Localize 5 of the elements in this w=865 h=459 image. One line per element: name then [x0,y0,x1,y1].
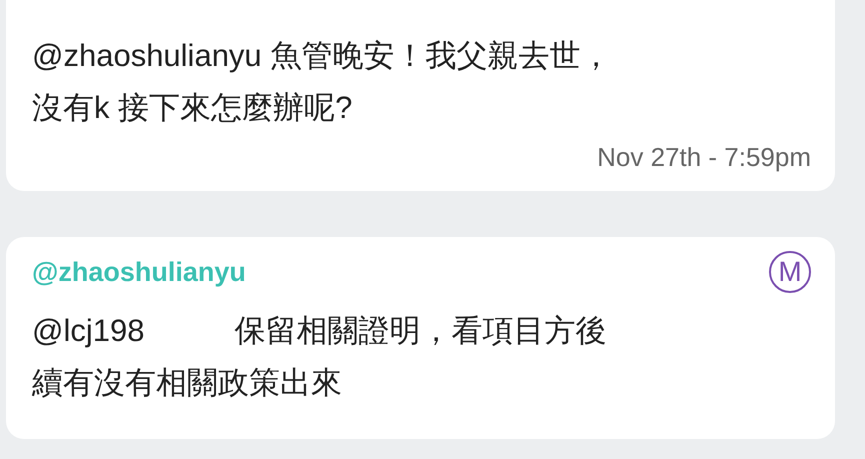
moderator-badge: M [769,251,811,293]
message-text: @lcj198 保留相關證明，看項目方後 續有沒有相關政策出來 [32,312,608,402]
message-time: Nov 27th - 7:59pm [597,141,811,174]
message-text: @zhaoshulianyu 魚管晚安！我父親去世， 沒有k 接下來怎麼辦呢? [32,37,612,127]
author-name[interactable]: @zhaoshulianyu [32,252,246,292]
